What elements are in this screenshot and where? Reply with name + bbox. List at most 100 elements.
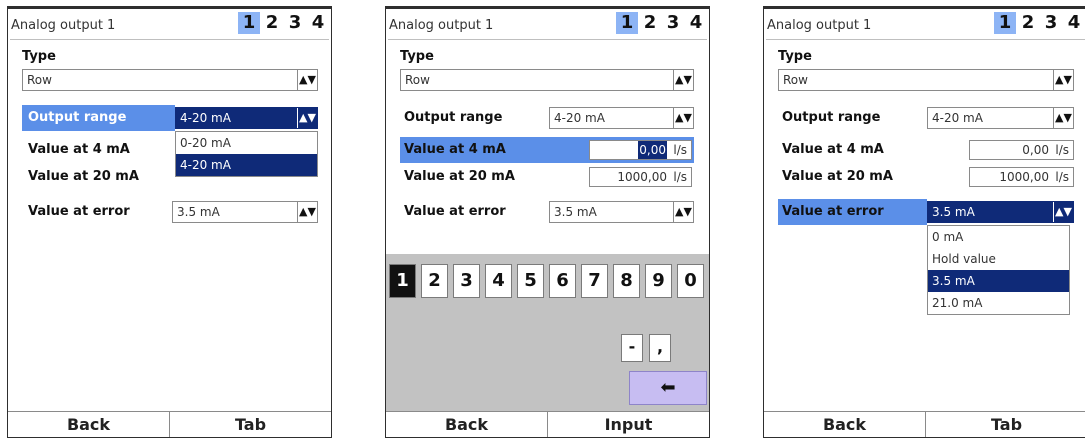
dropdown-option[interactable]: 0-20 mA	[176, 132, 317, 154]
key-minus[interactable]: -	[621, 334, 643, 362]
key-8[interactable]: 8	[613, 264, 640, 298]
key-9[interactable]: 9	[645, 264, 672, 298]
value-at-20ma-label: Value at 20 mA	[28, 169, 139, 184]
value-at-4ma-unit: l/s	[1055, 143, 1069, 157]
updown-arrows-icon: ▲▼	[673, 70, 693, 90]
enter-arrow-icon[interactable]: ⬅	[629, 371, 707, 405]
type-select-value: Row	[27, 73, 52, 87]
output-range-select[interactable]: 4-20 mA ▲▼	[927, 107, 1074, 129]
title-divider	[388, 39, 707, 40]
bottom-button-bar: Back Input	[386, 411, 709, 437]
key-5[interactable]: 5	[517, 264, 544, 298]
tab-4[interactable]: 4	[685, 12, 707, 34]
value-at-20ma-input[interactable]: 1000,00 l/s	[969, 167, 1074, 187]
value-at-4ma-value: 0,00	[1022, 143, 1049, 157]
updown-arrows-icon: ▲▼	[1053, 70, 1073, 90]
value-at-4ma-unit: l/s	[673, 143, 687, 157]
value-at-error-select[interactable]: 3.5 mA ▲▼	[549, 201, 694, 223]
key-3[interactable]: 3	[453, 264, 480, 298]
output-range-label: Output range	[28, 110, 127, 125]
value-at-4ma-label: Value at 4 mA	[404, 142, 506, 157]
title-divider	[10, 39, 329, 40]
value-at-20ma-unit: l/s	[673, 170, 687, 184]
screen-value-entry-keypad: Analog output 1 1 2 3 4 Type Row ▲▼ Outp…	[385, 6, 710, 438]
output-range-select-value: 4-20 mA	[932, 111, 983, 125]
output-range-select[interactable]: 4-20 mA ▲▼	[549, 107, 694, 129]
value-at-4ma-label: Value at 4 mA	[28, 142, 130, 157]
value-at-4ma-value: 0,00	[638, 141, 667, 159]
value-at-20ma-unit: l/s	[1055, 170, 1069, 184]
tab-bar: 1 2 3 4	[615, 12, 707, 34]
key-7[interactable]: 7	[581, 264, 608, 298]
updown-arrows-icon: ▲▼	[1053, 108, 1073, 128]
value-at-4ma-input[interactable]: 0,00 l/s	[589, 140, 692, 160]
type-select[interactable]: Row ▲▼	[400, 69, 694, 91]
type-select[interactable]: Row ▲▼	[778, 69, 1074, 91]
value-at-4ma-input[interactable]: 0,00 l/s	[969, 140, 1074, 160]
dropdown-option-selected[interactable]: 4-20 mA	[176, 154, 317, 176]
tab-3[interactable]: 3	[284, 12, 306, 34]
type-select-value: Row	[405, 73, 430, 87]
value-at-error-select[interactable]: 3.5 mA ▲▼	[927, 201, 1074, 223]
type-label: Type	[22, 49, 56, 64]
tab-2[interactable]: 2	[1017, 12, 1039, 34]
tab-button[interactable]: Tab	[170, 412, 331, 437]
key-4[interactable]: 4	[485, 264, 512, 298]
value-at-error-label: Value at error	[782, 204, 884, 219]
tab-2[interactable]: 2	[261, 12, 283, 34]
value-at-error-label: Value at error	[28, 204, 130, 219]
dropdown-option-selected[interactable]: 3.5 mA	[928, 270, 1069, 292]
value-at-20ma-label: Value at 20 mA	[404, 169, 515, 184]
type-label: Type	[400, 49, 434, 64]
tab-3[interactable]: 3	[662, 12, 684, 34]
dropdown-option[interactable]: Hold value	[928, 248, 1069, 270]
updown-arrows-icon: ▲▼	[673, 108, 693, 128]
screen-output-range-dropdown: Analog output 1 1 2 3 4 Type Row ▲▼ Outp…	[7, 6, 332, 438]
value-at-error-select-value: 3.5 mA	[932, 205, 975, 219]
value-at-error-select-value: 3.5 mA	[554, 205, 597, 219]
input-button[interactable]: Input	[548, 412, 709, 437]
key-0[interactable]: 0	[677, 264, 704, 298]
back-button[interactable]: Back	[8, 412, 170, 437]
tab-3[interactable]: 3	[1040, 12, 1062, 34]
dropdown-option[interactable]: 0 mA	[928, 226, 1069, 248]
bottom-button-bar: Back Tab	[764, 411, 1085, 437]
type-select-value: Row	[783, 73, 808, 87]
value-at-error-dropdown: 0 mA Hold value 3.5 mA 21.0 mA	[927, 225, 1070, 315]
tab-1[interactable]: 1	[994, 12, 1016, 34]
key-comma[interactable]: ,	[649, 334, 671, 362]
value-at-20ma-value: 1000,00	[617, 170, 667, 184]
key-6[interactable]: 6	[549, 264, 576, 298]
type-select[interactable]: Row ▲▼	[22, 69, 318, 91]
updown-arrows-icon: ▲▼	[297, 202, 317, 222]
output-range-select[interactable]: 4-20 mA ▲▼	[175, 107, 318, 129]
screen-error-value-dropdown: Analog output 1 1 2 3 4 Type Row ▲▼ Outp…	[763, 6, 1085, 438]
updown-arrows-icon: ▲▼	[673, 202, 693, 222]
screen-title: Analog output 1	[767, 18, 872, 33]
tab-bar: 1 2 3 4	[993, 12, 1085, 34]
tab-2[interactable]: 2	[639, 12, 661, 34]
updown-arrows-icon: ▲▼	[297, 70, 317, 90]
screen-title: Analog output 1	[389, 18, 494, 33]
value-at-20ma-label: Value at 20 mA	[782, 169, 893, 184]
value-at-error-select[interactable]: 3.5 mA ▲▼	[172, 201, 318, 223]
tab-bar: 1 2 3 4	[237, 12, 329, 34]
back-button[interactable]: Back	[386, 412, 548, 437]
tab-4[interactable]: 4	[307, 12, 329, 34]
value-at-error-select-value: 3.5 mA	[177, 205, 220, 219]
key-1[interactable]: 1	[389, 264, 416, 298]
value-at-20ma-input[interactable]: 1000,00 l/s	[589, 167, 692, 187]
output-range-select-value: 4-20 mA	[180, 111, 231, 125]
key-2[interactable]: 2	[421, 264, 448, 298]
back-button[interactable]: Back	[764, 412, 926, 437]
tab-1[interactable]: 1	[238, 12, 260, 34]
tab-4[interactable]: 4	[1063, 12, 1085, 34]
bottom-button-bar: Back Tab	[8, 411, 331, 437]
updown-arrows-icon: ▲▼	[1053, 202, 1073, 222]
screen-title: Analog output 1	[11, 18, 116, 33]
output-range-label: Output range	[404, 110, 503, 125]
dropdown-option[interactable]: 21.0 mA	[928, 292, 1069, 314]
tab-button[interactable]: Tab	[926, 412, 1085, 437]
value-at-20ma-value: 1000,00	[999, 170, 1049, 184]
tab-1[interactable]: 1	[616, 12, 638, 34]
